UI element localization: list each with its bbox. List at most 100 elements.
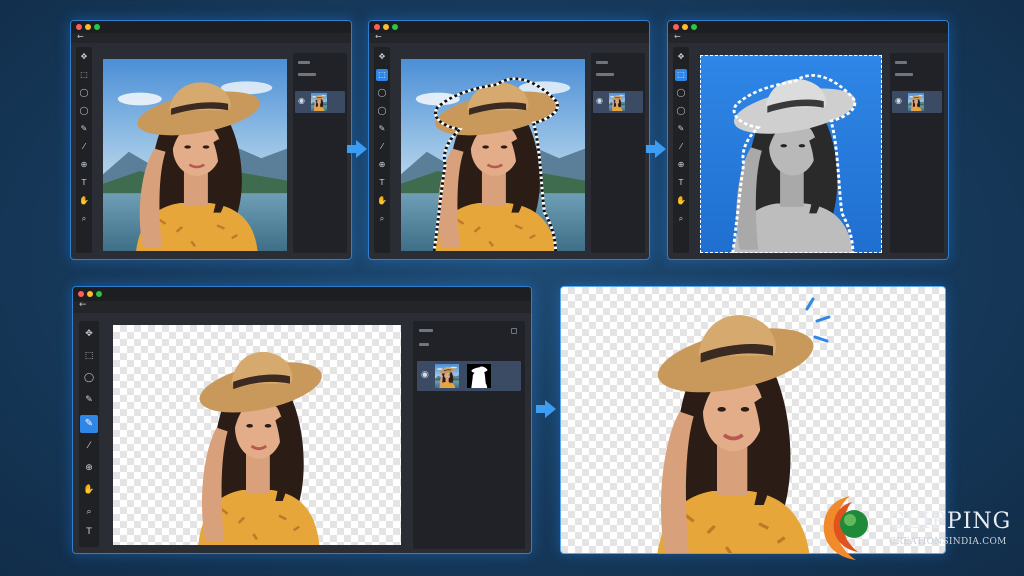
hand-icon[interactable]: ✋ [78,195,90,207]
type-icon[interactable]: T [675,177,687,189]
photo-canvas[interactable] [700,55,882,253]
maximize-dot[interactable] [392,24,398,30]
brush-icon[interactable]: ✎ [376,123,388,135]
lasso-icon[interactable]: ◯ [675,87,687,99]
minimize-dot[interactable] [383,24,389,30]
options-bar: ← [71,32,351,43]
editor-window-step-1: ← ✥ ⬚ ◯ ◯ ✎ ⁄ ⊕ T ✋ ⌕ ◉ [70,20,352,260]
move-icon[interactable]: ✥ [78,51,90,63]
original-photo [103,59,287,251]
layers-panel: ◉ [293,53,347,253]
move-icon[interactable]: ✥ [376,51,388,63]
move-icon[interactable]: ✥ [675,51,687,63]
layers-panel: ◉ [413,321,525,549]
title-bar [668,21,948,33]
photo-canvas[interactable] [401,59,585,251]
eye-icon[interactable]: ◉ [895,96,902,105]
hand-icon[interactable]: ✋ [376,195,388,207]
photo-canvas[interactable] [103,59,287,251]
panel-tab[interactable] [298,61,310,64]
layer-thumbnail [609,93,625,111]
transparent-canvas[interactable] [113,325,401,545]
editor-window-step-2: ← ✥ ⬚ ◯ ◯ ✎ ⁄ ⊕ T ✋ ⌕ ◉ [368,20,650,260]
minimize-dot[interactable] [85,24,91,30]
editor-window-step-3: ← ✥ ⬚ ◯ ◯ ✎ ⁄ ⊕ T ✋ ⌕ ◉ [667,20,949,260]
brush-icon[interactable]: ✎ [78,123,90,135]
type-icon[interactable]: T [376,177,388,189]
lasso-icon[interactable]: ◯ [376,87,388,99]
maximize-dot[interactable] [94,24,100,30]
sparkle-icon [805,297,831,343]
layer-row[interactable]: ◉ [295,91,345,113]
brush-icon[interactable]: ✎ [675,123,687,135]
eye-icon[interactable]: ◉ [596,96,603,105]
lasso-icon[interactable]: ◯ [82,371,96,385]
eyedropper-icon[interactable]: ⁄ [82,439,96,453]
lasso-icon[interactable]: ◯ [78,87,90,99]
zoom-icon[interactable]: ⌕ [78,213,90,225]
options-bar: ← [73,300,531,313]
arrow-right-icon [347,140,367,158]
title-bar [73,287,531,301]
type-icon[interactable]: T [82,525,96,539]
minimize-dot[interactable] [682,24,688,30]
zoom-icon[interactable]: ⌕ [376,213,388,225]
clone-icon[interactable]: ⊕ [82,461,96,475]
title-bar [369,21,649,33]
clone-icon[interactable]: ⊕ [78,159,90,171]
arrow-right-icon [646,140,666,158]
brush-icon[interactable]: ✎ [82,393,96,407]
minimize-dot[interactable] [87,291,93,297]
panel-tab[interactable] [419,343,429,346]
layer-thumbnail [908,93,924,111]
back-arrow-icon[interactable]: ← [79,300,87,310]
marquee-icon[interactable]: ⬚ [675,69,687,81]
eye-icon[interactable]: ◉ [421,370,429,380]
back-arrow-icon[interactable]: ← [375,32,382,41]
inverted-selection-photo [700,55,882,253]
zoom-icon[interactable]: ⌕ [82,505,96,519]
panel-tab[interactable] [895,61,907,64]
panel-tab[interactable] [298,73,316,76]
layer-row[interactable]: ◉ [593,91,643,113]
hand-icon[interactable]: ✋ [675,195,687,207]
panel-tab[interactable] [419,329,433,332]
layers-panel: ◉ [890,53,944,253]
refine-brush-icon[interactable]: ✎ [80,415,98,433]
eyedropper-icon[interactable]: ⁄ [78,141,90,153]
marquee-icon[interactable]: ⬚ [82,349,96,363]
quick-select-icon[interactable]: ◯ [78,105,90,117]
marquee-icon[interactable]: ⬚ [78,69,90,81]
clone-icon[interactable]: ⊕ [376,159,388,171]
eye-icon[interactable]: ◉ [298,96,305,105]
layer-row-with-mask[interactable]: ◉ [417,361,521,391]
back-arrow-icon[interactable]: ← [674,32,681,41]
panel-menu-icon[interactable] [511,328,517,334]
maximize-dot[interactable] [691,24,697,30]
panel-tab[interactable] [895,73,913,76]
maximize-dot[interactable] [96,291,102,297]
close-dot[interactable] [374,24,380,30]
marquee-icon[interactable]: ⬚ [376,69,388,81]
close-dot[interactable] [78,291,84,297]
close-dot[interactable] [76,24,82,30]
zoom-icon[interactable]: ⌕ [675,213,687,225]
back-arrow-icon[interactable]: ← [77,32,84,41]
quick-select-icon[interactable]: ◯ [376,105,388,117]
clone-icon[interactable]: ⊕ [675,159,687,171]
close-dot[interactable] [673,24,679,30]
type-icon[interactable]: T [78,177,90,189]
tool-panel: ✥ ⬚ ◯ ◯ ✎ ⁄ ⊕ T ✋ ⌕ [76,47,92,253]
layer-thumbnail [311,93,327,111]
panel-tab[interactable] [596,73,614,76]
eyedropper-icon[interactable]: ⁄ [675,141,687,153]
layer-row[interactable]: ◉ [892,91,942,113]
logo-domain: CREATIONSINDIA.COM [889,537,1007,547]
eyedropper-icon[interactable]: ⁄ [376,141,388,153]
panel-tab[interactable] [596,61,608,64]
hand-icon[interactable]: ✋ [82,483,96,497]
options-bar: ← [369,32,649,43]
quick-select-icon[interactable]: ◯ [675,105,687,117]
layer-mask-thumbnail[interactable] [467,364,491,388]
move-icon[interactable]: ✥ [82,327,96,341]
